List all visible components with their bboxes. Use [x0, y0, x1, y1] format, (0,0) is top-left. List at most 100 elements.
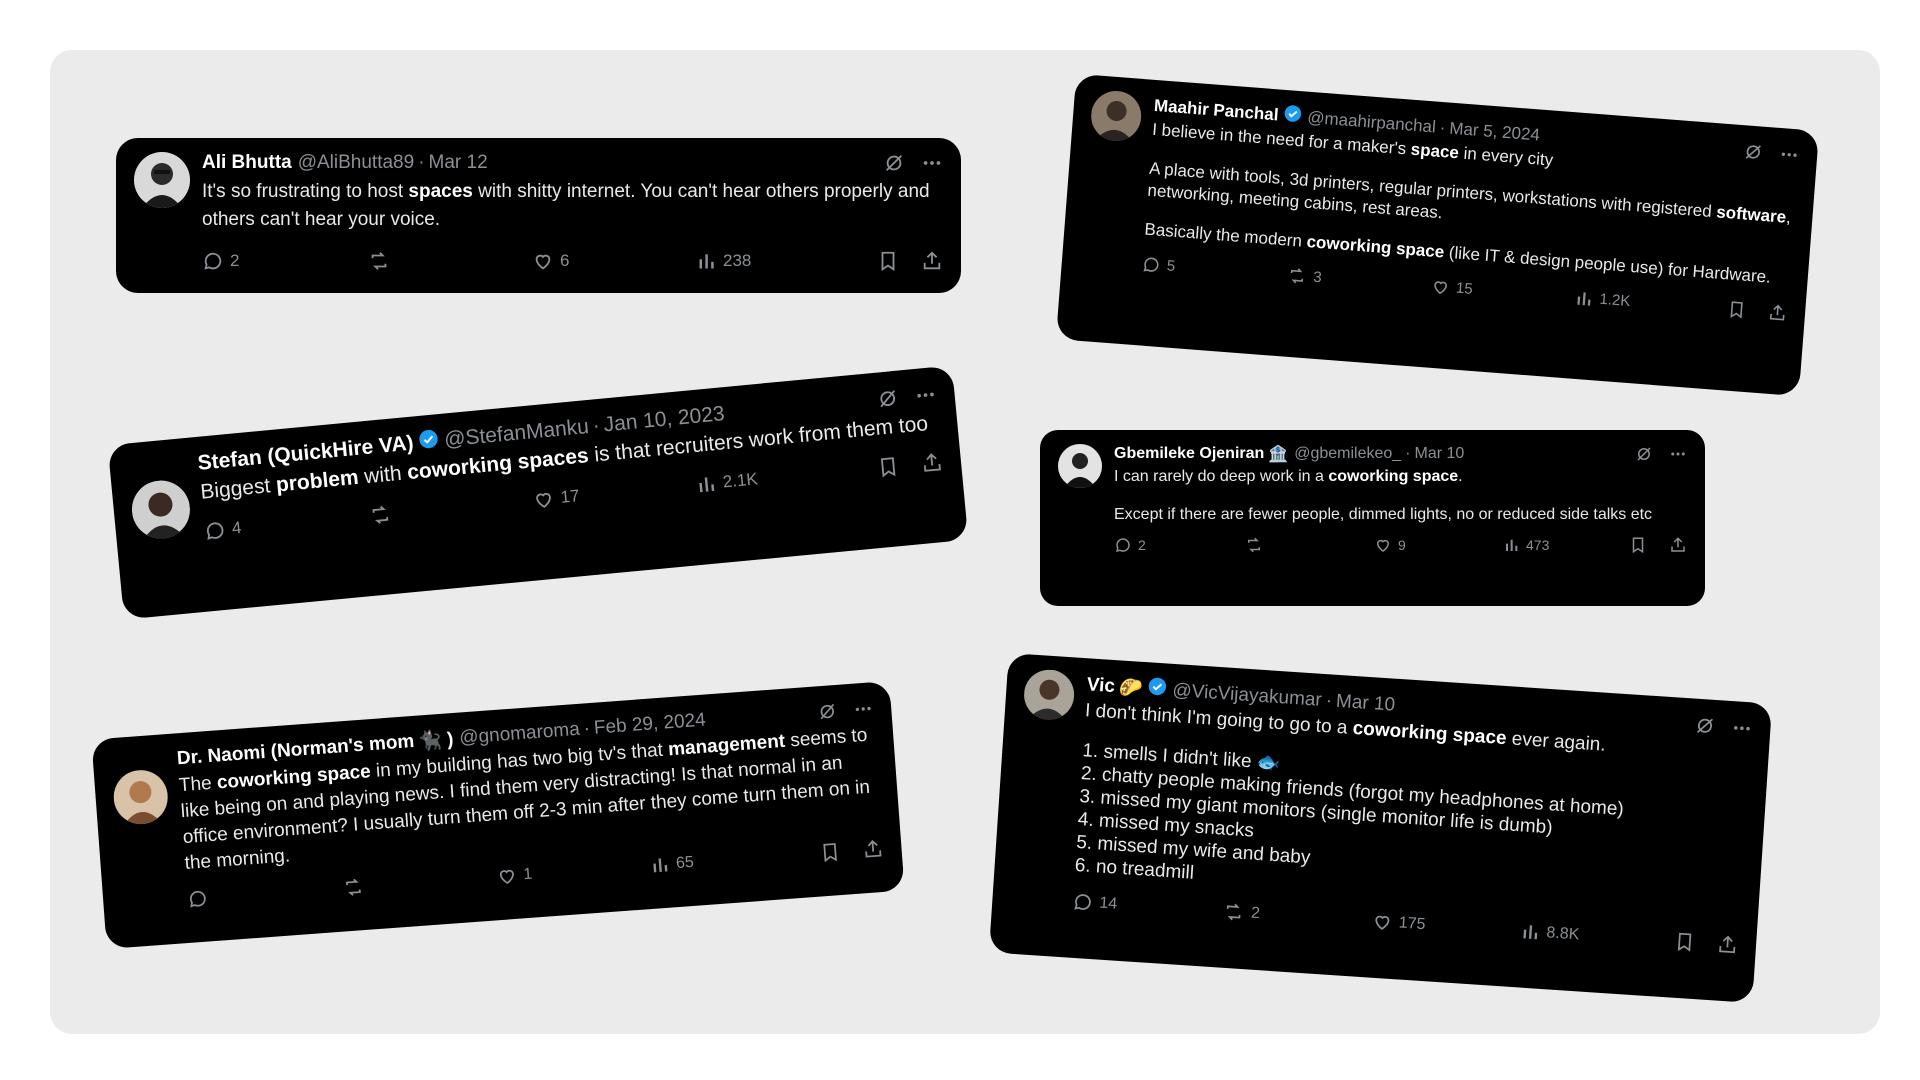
share-button[interactable] — [1716, 934, 1738, 956]
tweet-card[interactable]: Vic 🌮 @VicVijayakumar · Mar 10 I don't t… — [988, 652, 1773, 1004]
verified-badge-icon — [1147, 676, 1168, 702]
views-icon — [699, 254, 714, 269]
more-icon[interactable] — [921, 152, 943, 174]
like-button[interactable]: 175 — [1371, 911, 1522, 942]
bookmark-button[interactable] — [876, 455, 900, 479]
reply-icon — [1074, 894, 1091, 910]
bookmark-button[interactable] — [1726, 299, 1746, 319]
avatar[interactable] — [129, 477, 193, 542]
views-icon — [1577, 291, 1591, 306]
views-button[interactable]: 1.2K — [1575, 288, 1631, 310]
reply-button[interactable]: 4 — [203, 505, 369, 542]
author-name[interactable]: Gbemileke Ojeniran — [1114, 445, 1264, 463]
avatar[interactable] — [1089, 89, 1144, 143]
tweet-date[interactable]: Mar 10 — [1415, 445, 1465, 463]
share-button[interactable] — [862, 838, 884, 860]
retweet-button[interactable] — [341, 866, 497, 898]
like-icon — [1375, 915, 1390, 930]
tweet-text: It's so frustrating to host spaces with … — [202, 181, 930, 230]
views-icon — [1506, 539, 1518, 551]
share-button[interactable] — [920, 451, 944, 475]
reply-icon — [1115, 538, 1130, 553]
reply-icon — [189, 890, 206, 908]
more-icon[interactable] — [853, 698, 874, 719]
views-button[interactable]: 8.8K — [1521, 922, 1580, 945]
share-icon — [1769, 304, 1785, 321]
bookmark-button[interactable] — [1673, 931, 1695, 953]
avatar[interactable] — [134, 152, 190, 208]
numbered-list: 1. smells I didn't like 🐟 2. chatty peop… — [1074, 739, 1749, 921]
views-icon — [653, 858, 668, 873]
retweet-button[interactable]: 2 — [1221, 901, 1372, 932]
reply-button[interactable] — [187, 878, 343, 910]
more-icon[interactable] — [914, 383, 938, 407]
avatar[interactable] — [111, 768, 170, 827]
grok-icon[interactable] — [1635, 445, 1653, 463]
share-icon — [1671, 537, 1685, 552]
more-icon[interactable] — [1731, 717, 1753, 739]
share-button[interactable] — [921, 250, 943, 272]
avatar[interactable] — [1058, 444, 1102, 488]
bookmark-button[interactable] — [1629, 536, 1647, 554]
cat-emoji: 🐈‍⬛ ) — [417, 729, 455, 753]
views-button[interactable]: 238 — [697, 251, 751, 271]
tweet-card[interactable]: Gbemileke Ojeniran 🏦 @gbemilekeo_ · Mar … — [1040, 430, 1705, 606]
views-icon — [699, 477, 715, 493]
tweet-card[interactable]: Ali Bhutta @AliBhutta89 · Mar 12 It's so… — [116, 138, 961, 293]
taco-emoji: 🌮 — [1118, 676, 1144, 700]
author-handle[interactable]: @gbemilekeo_ — [1294, 445, 1401, 463]
tweet-date[interactable]: Mar 5, 2024 — [1449, 118, 1541, 145]
views-button[interactable]: 2.1K — [696, 469, 759, 495]
separator-dot: · — [582, 718, 591, 740]
grok-icon[interactable] — [817, 701, 838, 722]
retweet-icon — [1226, 903, 1241, 921]
views-button[interactable]: 65 — [650, 853, 694, 875]
like-icon — [1434, 281, 1447, 295]
more-icon[interactable] — [1669, 445, 1687, 463]
like-button[interactable]: 15 — [1430, 277, 1576, 307]
reply-button[interactable]: 14 — [1072, 891, 1223, 922]
author-handle[interactable]: @AliBhutta89 — [298, 152, 414, 174]
author-name[interactable]: Ali Bhutta — [202, 152, 292, 174]
collage-board: Ali Bhutta @AliBhutta89 · Mar 12 It's so… — [50, 50, 1880, 1034]
grok-icon[interactable] — [1743, 141, 1764, 162]
reply-icon — [204, 252, 222, 270]
separator-dot: · — [1439, 117, 1447, 137]
reply-button[interactable]: 2 — [1114, 536, 1244, 554]
retweet-icon — [1290, 268, 1304, 284]
bookmark-icon — [880, 457, 896, 478]
bookmark-button[interactable] — [819, 841, 841, 863]
share-button[interactable] — [1669, 536, 1687, 554]
more-icon[interactable] — [1778, 144, 1799, 165]
grok-icon[interactable] — [883, 152, 905, 174]
reply-icon — [206, 522, 224, 540]
retweet-button[interactable]: 3 — [1286, 266, 1432, 296]
tweet-date[interactable]: Mar 12 — [429, 152, 488, 174]
tweet-card[interactable]: Maahir Panchal @maahirpanchal · Mar 5, 2… — [1055, 73, 1820, 397]
like-button[interactable]: 9 — [1374, 536, 1504, 554]
like-icon — [535, 254, 551, 270]
avatar[interactable] — [1022, 668, 1076, 722]
like-button[interactable]: 6 — [532, 250, 697, 272]
views-button[interactable]: 473 — [1504, 537, 1549, 553]
separator-dot: · — [418, 152, 425, 173]
retweet-button[interactable] — [1244, 536, 1374, 554]
retweet-button[interactable] — [367, 250, 532, 272]
tweet-date[interactable]: Mar 10 — [1335, 690, 1395, 716]
reply-button[interactable]: 5 — [1141, 254, 1287, 284]
like-button[interactable]: 17 — [532, 474, 698, 511]
grok-icon[interactable] — [1694, 715, 1716, 737]
share-button[interactable] — [1767, 303, 1787, 323]
reply-button[interactable]: 2 — [202, 250, 367, 272]
views-icon — [1523, 925, 1538, 940]
bookmark-icon — [1632, 537, 1644, 554]
share-icon — [865, 840, 882, 858]
tweet-text: I can rarely do deep work in a coworking… — [1114, 468, 1653, 523]
bookmark-button[interactable] — [877, 250, 899, 272]
grok-icon[interactable] — [876, 387, 900, 411]
like-button[interactable]: 1 — [496, 855, 652, 887]
tweet-card[interactable]: Dr. Naomi (Norman's mom 🐈‍⬛ ) @gnomaroma… — [91, 680, 905, 950]
tweet-card[interactable]: Stefan (QuickHire VA) @StefanManku · Jan… — [107, 365, 969, 620]
retweet-button[interactable] — [367, 490, 533, 527]
author-name[interactable]: Vic — [1086, 674, 1116, 698]
